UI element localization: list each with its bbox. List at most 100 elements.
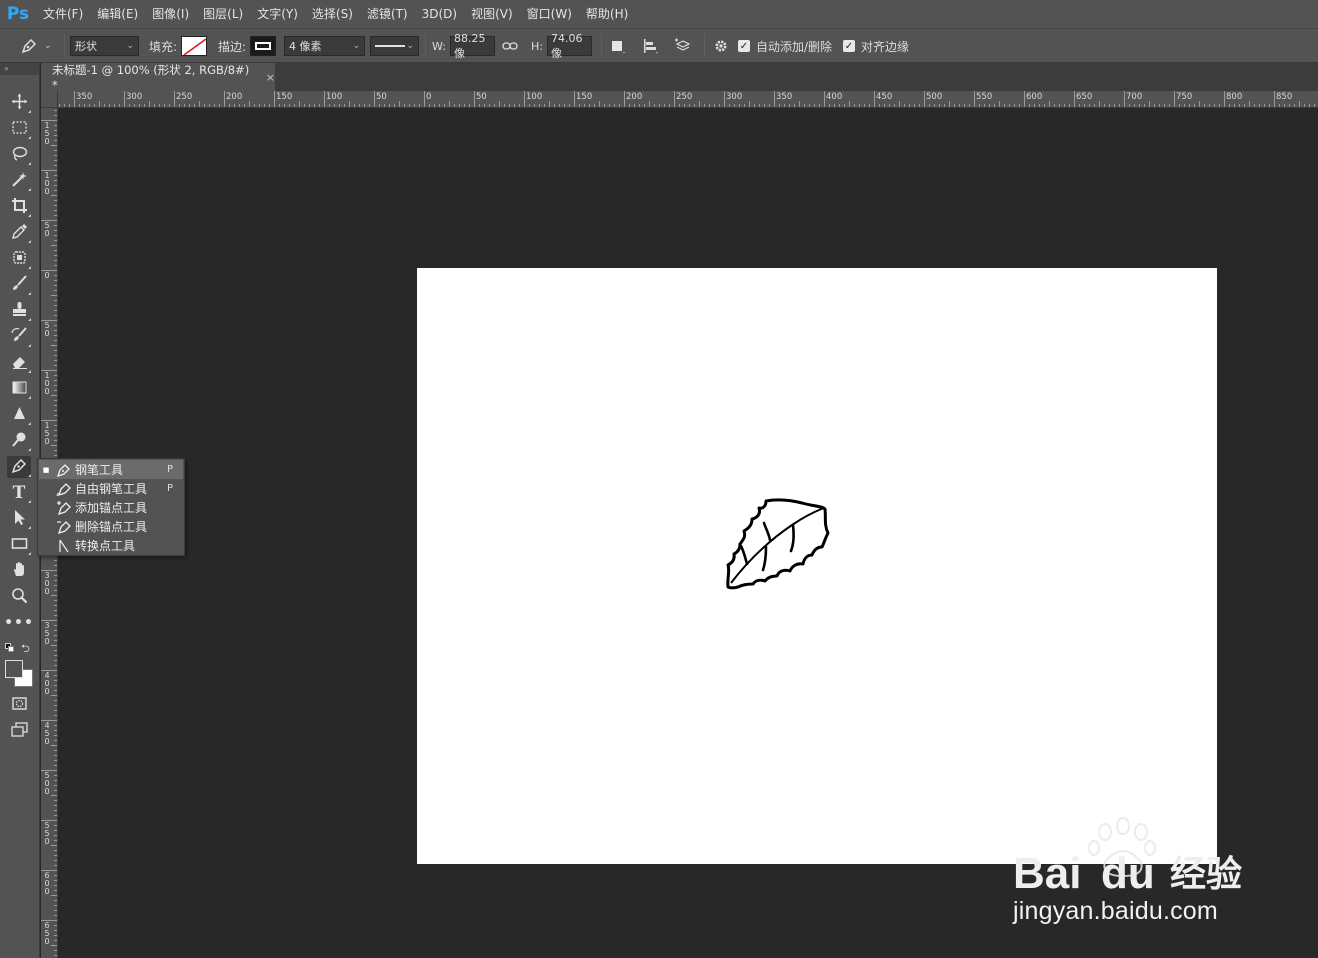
width-field[interactable]: 88.25 像 bbox=[449, 32, 495, 60]
path-operations-icon[interactable] bbox=[610, 29, 626, 63]
menu-3d[interactable]: 3D(D) bbox=[415, 0, 464, 28]
more-tools[interactable]: ••• bbox=[4, 612, 34, 634]
path-alignment-icon[interactable] bbox=[642, 29, 660, 63]
flyout-item-convert-point[interactable]: 转换点工具 bbox=[39, 536, 183, 555]
lasso-tool[interactable] bbox=[7, 144, 31, 166]
ruler-label: 550 bbox=[44, 821, 50, 846]
default-colors-icon[interactable] bbox=[5, 643, 15, 653]
menu-edit[interactable]: 编辑(E) bbox=[90, 0, 145, 28]
tool-preset-picker[interactable]: ⌄ bbox=[6, 29, 52, 63]
stroke-width-dropdown[interactable]: 4 像素 ⌄ bbox=[284, 36, 365, 56]
crop-icon bbox=[11, 197, 28, 217]
ruler-label: 300 bbox=[726, 92, 743, 102]
eraser-icon bbox=[11, 353, 28, 373]
history-brush-tool[interactable] bbox=[7, 326, 31, 348]
flyout-item-freeform-pen[interactable]: 自由钢笔工具 P bbox=[39, 479, 183, 498]
ruler-label: 300 bbox=[44, 571, 50, 596]
screen-mode-button[interactable] bbox=[7, 720, 31, 742]
menu-layer[interactable]: 图层(L) bbox=[196, 0, 250, 28]
link-icon[interactable] bbox=[502, 29, 518, 63]
leaf-shape[interactable] bbox=[722, 497, 832, 597]
dodge-tool[interactable] bbox=[7, 430, 31, 452]
gear-icon[interactable] bbox=[713, 29, 729, 63]
flyout-item-pen[interactable]: ■ 钢笔工具 P bbox=[39, 460, 183, 479]
stroke-width-value: 4 像素 bbox=[289, 40, 322, 53]
blur-icon bbox=[11, 405, 28, 425]
stroke-type-dropdown[interactable]: ⌄ bbox=[370, 36, 419, 56]
ellipsis-icon: ••• bbox=[4, 615, 34, 631]
horizontal-ruler[interactable]: 350 300 250 200 150 100 50 0 50 100 150 200 250 300 35… bbox=[58, 91, 1318, 108]
healing-brush-icon bbox=[11, 249, 28, 269]
menu-filter[interactable]: 滤镜(T) bbox=[360, 0, 415, 28]
gradient-tool[interactable] bbox=[7, 378, 31, 400]
foreground-color-swatch[interactable] bbox=[5, 660, 23, 678]
stamp-icon bbox=[11, 301, 28, 321]
zoom-tool[interactable] bbox=[7, 586, 31, 608]
eraser-tool[interactable] bbox=[7, 352, 31, 374]
chevron-down-icon: ⌄ bbox=[352, 41, 360, 51]
panel-collapse-icon[interactable]: » bbox=[0, 63, 39, 75]
gradient-icon bbox=[11, 379, 28, 399]
quick-mask-button[interactable] bbox=[7, 694, 31, 716]
brush-tool[interactable] bbox=[7, 274, 31, 296]
chevron-down-icon: ⌄ bbox=[406, 41, 414, 51]
auto-add-delete-checkbox[interactable]: ✓ 自动添加/删除 bbox=[738, 29, 832, 63]
path-arrangement-icon[interactable] bbox=[673, 29, 693, 63]
checkmark-icon: ✓ bbox=[843, 40, 855, 52]
pen-tool[interactable] bbox=[7, 456, 31, 478]
move-tool[interactable] bbox=[7, 92, 31, 114]
align-edges-label: 对齐边缘 bbox=[861, 39, 910, 54]
path-selection-tool[interactable] bbox=[7, 508, 31, 530]
ruler-label: 100 bbox=[44, 371, 50, 396]
menu-window[interactable]: 窗口(W) bbox=[520, 0, 579, 28]
healing-brush-tool[interactable] bbox=[7, 248, 31, 270]
ruler-label: 250 bbox=[176, 92, 193, 102]
ruler-label: 350 bbox=[76, 92, 93, 102]
document-canvas[interactable] bbox=[417, 268, 1217, 864]
mode-dropdown[interactable]: 形状 ⌄ bbox=[70, 36, 139, 56]
watermark-brand: Bai bbox=[1013, 849, 1081, 898]
ruler-label: 200 bbox=[626, 92, 643, 102]
clone-stamp-tool[interactable] bbox=[7, 300, 31, 322]
pen-icon bbox=[11, 457, 28, 477]
menu-image[interactable]: 图像(I) bbox=[145, 0, 196, 28]
ruler-label: 150 bbox=[44, 121, 50, 146]
close-icon[interactable]: × bbox=[266, 71, 275, 84]
document-tab[interactable]: 未标题-1 @ 100% (形状 2, RGB/8#) * × bbox=[41, 63, 275, 92]
stroke-swatch[interactable] bbox=[250, 36, 277, 56]
ruler-label: 200 bbox=[226, 92, 243, 102]
swap-colors-icon[interactable]: ⮌ bbox=[21, 640, 30, 659]
ruler-label: 500 bbox=[44, 771, 50, 796]
rectangle-tool[interactable] bbox=[7, 534, 31, 556]
marquee-tool[interactable] bbox=[7, 118, 31, 140]
auto-add-delete-label: 自动添加/删除 bbox=[756, 39, 833, 54]
blur-tool[interactable] bbox=[7, 404, 31, 426]
menu-type[interactable]: 文字(Y) bbox=[250, 0, 305, 28]
ruler-label: 50 bbox=[44, 321, 50, 338]
menu-help[interactable]: 帮助(H) bbox=[579, 0, 635, 28]
menu-select[interactable]: 选择(S) bbox=[305, 0, 360, 28]
ruler-origin[interactable] bbox=[41, 91, 58, 108]
height-field[interactable]: 74.06 像 bbox=[546, 32, 592, 60]
hand-tool[interactable] bbox=[7, 560, 31, 582]
magic-wand-tool[interactable] bbox=[7, 170, 31, 192]
ruler-label: 550 bbox=[976, 92, 993, 102]
ruler-label: 350 bbox=[776, 92, 793, 102]
chevron-down-icon: ⌄ bbox=[126, 41, 134, 51]
flyout-item-add-anchor[interactable]: 添加锚点工具 bbox=[39, 498, 183, 517]
brush-icon bbox=[11, 275, 28, 295]
menu-view[interactable]: 视图(V) bbox=[464, 0, 520, 28]
crop-tool[interactable] bbox=[7, 196, 31, 218]
dodge-icon bbox=[11, 431, 28, 451]
menu-file[interactable]: 文件(F) bbox=[36, 0, 90, 28]
type-tool[interactable]: T bbox=[7, 482, 31, 504]
fill-swatch[interactable] bbox=[181, 36, 208, 56]
rectangle-icon bbox=[11, 535, 28, 555]
ruler-label: 800 bbox=[1226, 92, 1243, 102]
watermark-cn: 经验 bbox=[1170, 854, 1242, 895]
align-edges-checkbox[interactable]: ✓ 对齐边缘 bbox=[843, 29, 909, 63]
flyout-item-delete-anchor[interactable]: 删除锚点工具 bbox=[39, 517, 183, 536]
eyedropper-tool[interactable] bbox=[7, 222, 31, 244]
chevron-down-icon: ⌄ bbox=[44, 41, 52, 51]
quick-mask-icon bbox=[11, 695, 28, 715]
